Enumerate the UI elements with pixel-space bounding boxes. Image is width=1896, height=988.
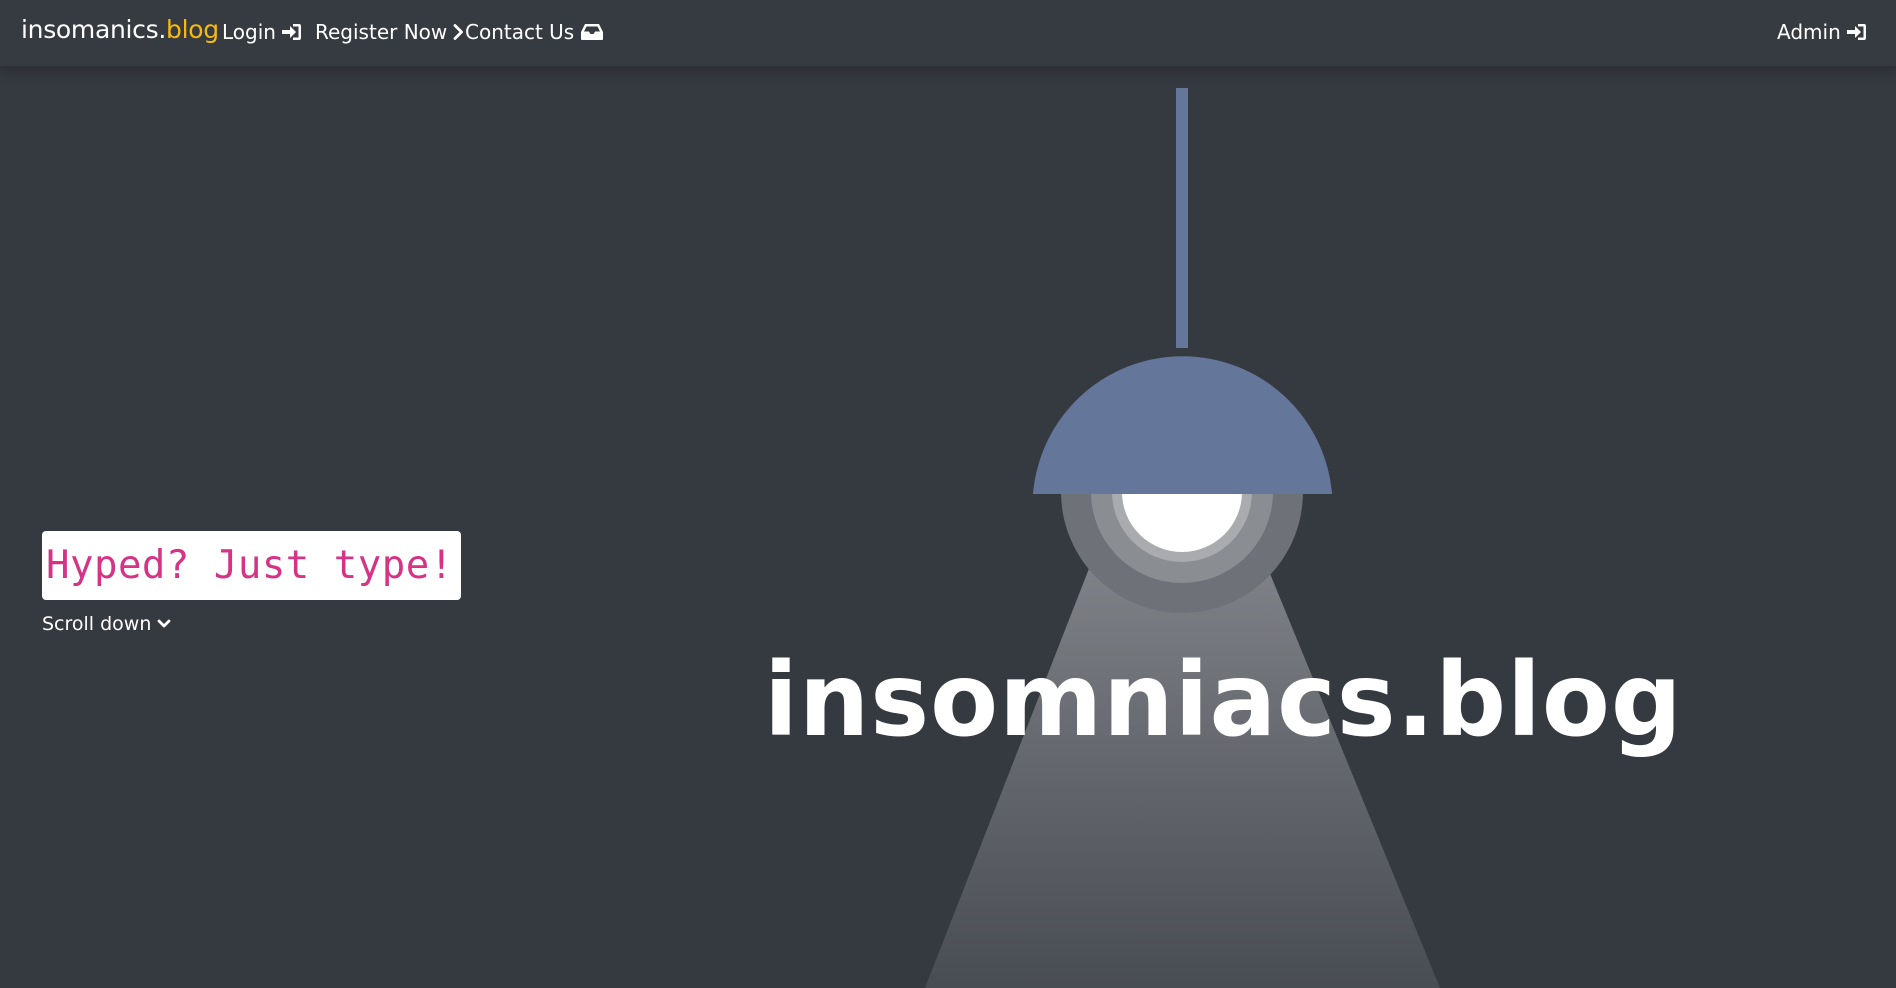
sign-in-icon [281, 24, 301, 40]
contact-label: Contact Us [465, 20, 575, 44]
scroll-down-link[interactable]: Scroll down [42, 613, 171, 635]
tagline-box: Hyped? Just type! [42, 531, 461, 600]
page: insomanics.blog Login Register Now Conta… [0, 0, 1896, 988]
hero-title: insomniacs.blog [764, 641, 1683, 760]
login-label: Login [222, 20, 276, 44]
lamp-illustration [925, 88, 1440, 988]
register-label: Register Now [315, 20, 448, 44]
tagline-text: Hyped? Just type! [46, 543, 454, 588]
sign-in-icon [1846, 24, 1866, 40]
admin-link[interactable]: Admin [1777, 20, 1867, 44]
navbar: insomanics.blog Login Register Now Conta… [0, 0, 1896, 66]
contact-link[interactable]: Contact Us [465, 20, 604, 44]
admin-label: Admin [1777, 20, 1841, 44]
brand-accent: blog [166, 15, 219, 44]
login-link[interactable]: Login [222, 20, 302, 44]
brand-logo[interactable]: insomanics.blog [21, 15, 219, 44]
brand-main: insomanics. [21, 15, 166, 44]
inbox-icon [581, 24, 604, 40]
scroll-down-label: Scroll down [42, 613, 152, 635]
chevron-down-icon [157, 619, 171, 628]
register-link[interactable]: Register Now [315, 20, 464, 44]
lamp-shade [1033, 356, 1332, 494]
lamp-cord [1176, 88, 1188, 348]
chevron-right-icon [453, 24, 464, 40]
